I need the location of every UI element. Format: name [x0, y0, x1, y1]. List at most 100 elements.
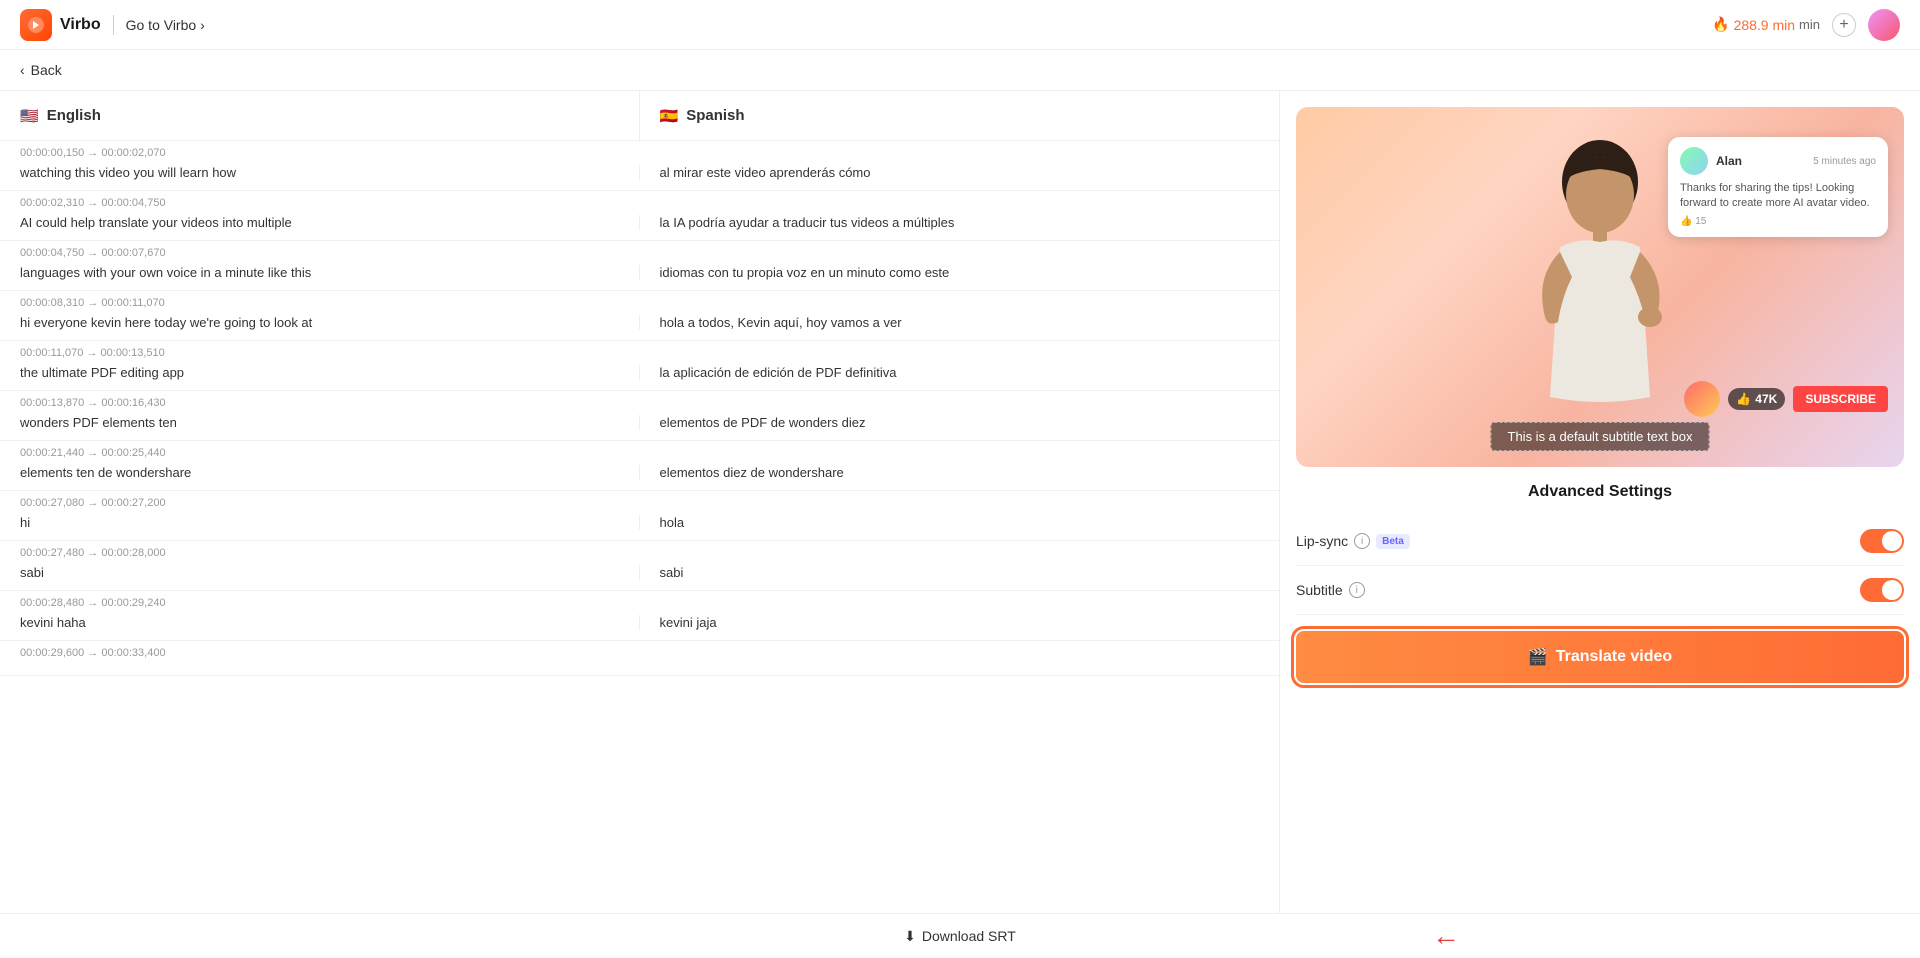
comment-likes: 👍 15 [1680, 216, 1876, 227]
red-arrow-icon: ← [1432, 920, 1460, 952]
spanish-text: hola [640, 515, 1280, 530]
language-headers: 🇺🇸 English 🇪🇸 Spanish [0, 91, 1279, 141]
text-cols: kevini haha kevini jaja [0, 611, 1279, 640]
text-cols: languages with your own voice in a minut… [0, 261, 1279, 290]
text-cols: watching this video you will learn how a… [0, 161, 1279, 190]
spanish-text: sabi [640, 565, 1280, 580]
text-cols: AI could help translate your videos into… [0, 211, 1279, 240]
advanced-settings-title: Advanced Settings [1296, 483, 1904, 501]
lip-sync-setting: Lip-sync i Beta [1296, 517, 1904, 566]
english-flag-icon: 🇺🇸 [20, 107, 39, 125]
translate-icon: 🎬 [1528, 647, 1548, 667]
comment-text: Thanks for sharing the tips! Looking for… [1680, 181, 1876, 212]
english-text: languages with your own voice in a minut… [0, 265, 640, 280]
comment-bubble: Alan 5 minutes ago Thanks for sharing th… [1668, 137, 1888, 237]
subtitle-row: 00:00:27,480 → 00:00:28,000 sabi sabi [0, 541, 1279, 591]
spanish-text: al mirar este video aprenderás cómo [640, 165, 1280, 180]
virbo-logo-icon [20, 9, 52, 41]
download-srt-button[interactable]: ⬇ Download SRT [904, 928, 1016, 945]
time-bar: 00:00:21,440 → 00:00:25,440 [0, 441, 1279, 461]
time-bar: 00:00:02,310 → 00:00:04,750 [0, 191, 1279, 211]
user-avatar[interactable] [1868, 9, 1900, 41]
spanish-flag-icon: 🇪🇸 [660, 107, 679, 125]
english-text: elements ten de wondershare [0, 465, 640, 480]
subtitle-row: 00:00:04,750 → 00:00:07,670 languages wi… [0, 241, 1279, 291]
left-panel: 🇺🇸 English 🇪🇸 Spanish 00:00:00,150 → 00:… [0, 91, 1280, 913]
target-language-label: Spanish [686, 107, 744, 124]
like-count: 👍 47K [1728, 388, 1785, 410]
time-bar: 00:00:13,870 → 00:00:16,430 [0, 391, 1279, 411]
english-text: AI could help translate your videos into… [0, 215, 640, 230]
spanish-text: idiomas con tu propia voz en un minuto c… [640, 265, 1280, 280]
header-divider [113, 15, 114, 35]
text-cols [0, 661, 1279, 675]
back-button[interactable]: ‹ Back [20, 62, 1900, 78]
subtitle-row: 00:00:02,310 → 00:00:04,750 AI could hel… [0, 191, 1279, 241]
header: Virbo Go to Virbo › 🔥 288.9 min min + [0, 0, 1920, 50]
subscribe-bar: 👍 47K SUBSCRIBE [1684, 381, 1888, 417]
spanish-text: kevini jaja [640, 615, 1280, 630]
text-cols: sabi sabi [0, 561, 1279, 590]
text-cols: elements ten de wondershare elementos di… [0, 461, 1279, 490]
time-bar: 00:00:28,480 → 00:00:29,240 [0, 591, 1279, 611]
subtitle-row: 00:00:08,310 → 00:00:11,070 hi everyone … [0, 291, 1279, 341]
time-bar: 00:00:27,480 → 00:00:28,000 [0, 541, 1279, 561]
subtitle-row: 00:00:28,480 → 00:00:29,240 kevini haha … [0, 591, 1279, 641]
subtitle-list: 00:00:00,150 → 00:00:02,070 watching thi… [0, 141, 1279, 913]
time-bar: 00:00:00,150 → 00:00:02,070 [0, 141, 1279, 161]
comment-time: 5 minutes ago [1813, 156, 1876, 167]
source-language-label: English [47, 107, 101, 124]
download-icon: ⬇ [904, 928, 916, 945]
comment-header: Alan 5 minutes ago [1680, 147, 1876, 175]
lip-sync-label: Lip-sync [1296, 533, 1348, 549]
video-subtitle-text: This is a default subtitle text box [1491, 422, 1710, 451]
time-bar: 00:00:11,070 → 00:00:13,510 [0, 341, 1279, 361]
english-text: hi everyone kevin here today we're going… [0, 315, 640, 330]
english-text: wonders PDF elements ten [0, 415, 640, 430]
main-content: 🇺🇸 English 🇪🇸 Spanish 00:00:00,150 → 00:… [0, 91, 1920, 913]
subscribe-button[interactable]: SUBSCRIBE [1793, 386, 1888, 412]
english-text: the ultimate PDF editing app [0, 365, 640, 380]
subtitle-row: 00:00:13,870 → 00:00:16,430 wonders PDF … [0, 391, 1279, 441]
translate-label: Translate video [1556, 648, 1673, 666]
english-text: sabi [0, 565, 640, 580]
subtitle-row: 00:00:00,150 → 00:00:02,070 watching thi… [0, 141, 1279, 191]
download-srt-label: Download SRT [922, 928, 1016, 944]
comment-name: Alan [1716, 154, 1742, 168]
credits-display: 🔥 288.9 min min [1712, 16, 1820, 33]
subtitle-toggle[interactable] [1860, 578, 1904, 602]
english-text: kevini haha [0, 615, 640, 630]
logo-area: Virbo [20, 9, 101, 41]
channel-avatar [1684, 381, 1720, 417]
bottom-bar: ⬇ Download SRT ← [0, 913, 1920, 958]
subtitle-row: 00:00:29,600 → 00:00:33,400 [0, 641, 1279, 676]
target-language-header: 🇪🇸 Spanish [640, 91, 1280, 140]
time-bar: 00:00:04,750 → 00:00:07,670 [0, 241, 1279, 261]
subtitle-row: 00:00:11,070 → 00:00:13,510 the ultimate… [0, 341, 1279, 391]
text-cols: hi everyone kevin here today we're going… [0, 311, 1279, 340]
text-cols: hi hola [0, 511, 1279, 540]
spanish-text: hola a todos, Kevin aquí, hoy vamos a ve… [640, 315, 1280, 330]
subtitle-info-icon[interactable]: i [1349, 582, 1365, 598]
lip-sync-toggle[interactable] [1860, 529, 1904, 553]
translate-video-button[interactable]: 🎬 Translate video [1296, 631, 1904, 683]
english-text: watching this video you will learn how [0, 165, 640, 180]
right-panel: Alan 5 minutes ago Thanks for sharing th… [1280, 91, 1920, 913]
subtitle-label: Subtitle [1296, 582, 1343, 598]
subtitle-row: 00:00:27,080 → 00:00:27,200 hi hola [0, 491, 1279, 541]
text-cols: the ultimate PDF editing app la aplicaci… [0, 361, 1279, 390]
back-bar: ‹ Back [0, 50, 1920, 91]
add-credits-button[interactable]: + [1832, 13, 1856, 37]
lip-sync-info-icon[interactable]: i [1354, 533, 1370, 549]
english-text: hi [0, 515, 640, 530]
lip-sync-label-group: Lip-sync i Beta [1296, 533, 1410, 549]
subtitle-row: 00:00:21,440 → 00:00:25,440 elements ten… [0, 441, 1279, 491]
back-chevron-icon: ‹ [20, 62, 25, 78]
logo-text: Virbo [60, 16, 101, 34]
go-to-virbo-link[interactable]: Go to Virbo › [126, 17, 205, 33]
text-cols: wonders PDF elements ten elementos de PD… [0, 411, 1279, 440]
beta-badge: Beta [1376, 534, 1410, 549]
spanish-text: la aplicación de edición de PDF definiti… [640, 365, 1280, 380]
time-bar: 00:00:29,600 → 00:00:33,400 [0, 641, 1279, 661]
flame-icon: 🔥 [1712, 16, 1729, 33]
